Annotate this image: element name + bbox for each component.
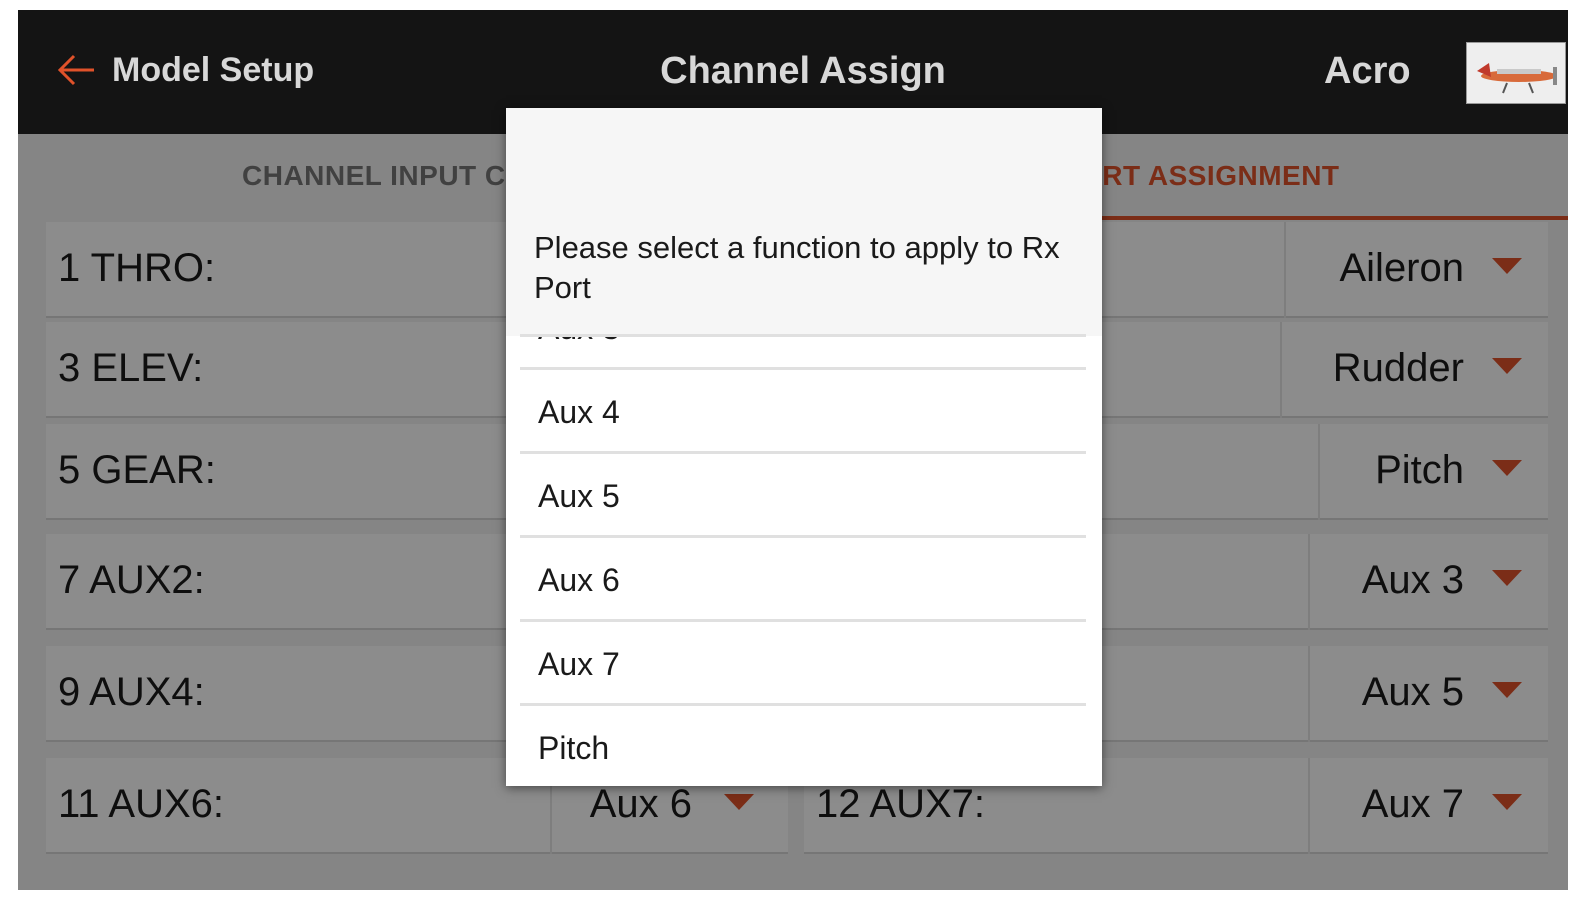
function-option-aux3[interactable]: Aux 3 [520,336,1086,370]
function-option-aux4[interactable]: Aux 4 [520,370,1086,454]
option-label: Aux 5 [538,478,620,514]
option-label: Aux 7 [538,646,620,682]
option-label: Aux 6 [538,562,620,598]
function-option-pitch[interactable]: Pitch [520,706,1086,786]
function-option-aux5[interactable]: Aux 5 [520,454,1086,538]
function-option-aux7[interactable]: Aux 7 [520,622,1086,706]
model-airplane-icon[interactable] [1466,42,1566,104]
option-label: Aux 4 [538,394,620,430]
option-label: Aux 3 [538,336,620,347]
function-list[interactable]: Aux 3 Aux 4 Aux 5 Aux 6 Aux 7 Pitch [506,336,1102,786]
header-divider [520,334,1086,337]
app-screen: Model Setup Channel Assign Acro CHANNEL … [18,10,1568,890]
airplane-icon [1477,63,1557,94]
function-select-dialog: Please select a function to apply to Rx … [506,108,1102,786]
model-name: Acro [1324,50,1411,92]
function-option-aux6[interactable]: Aux 6 [520,538,1086,622]
dialog-prompt: Please select a function to apply to Rx … [534,230,1060,305]
option-label: Pitch [538,730,610,766]
dialog-header: Please select a function to apply to Rx … [506,108,1102,336]
